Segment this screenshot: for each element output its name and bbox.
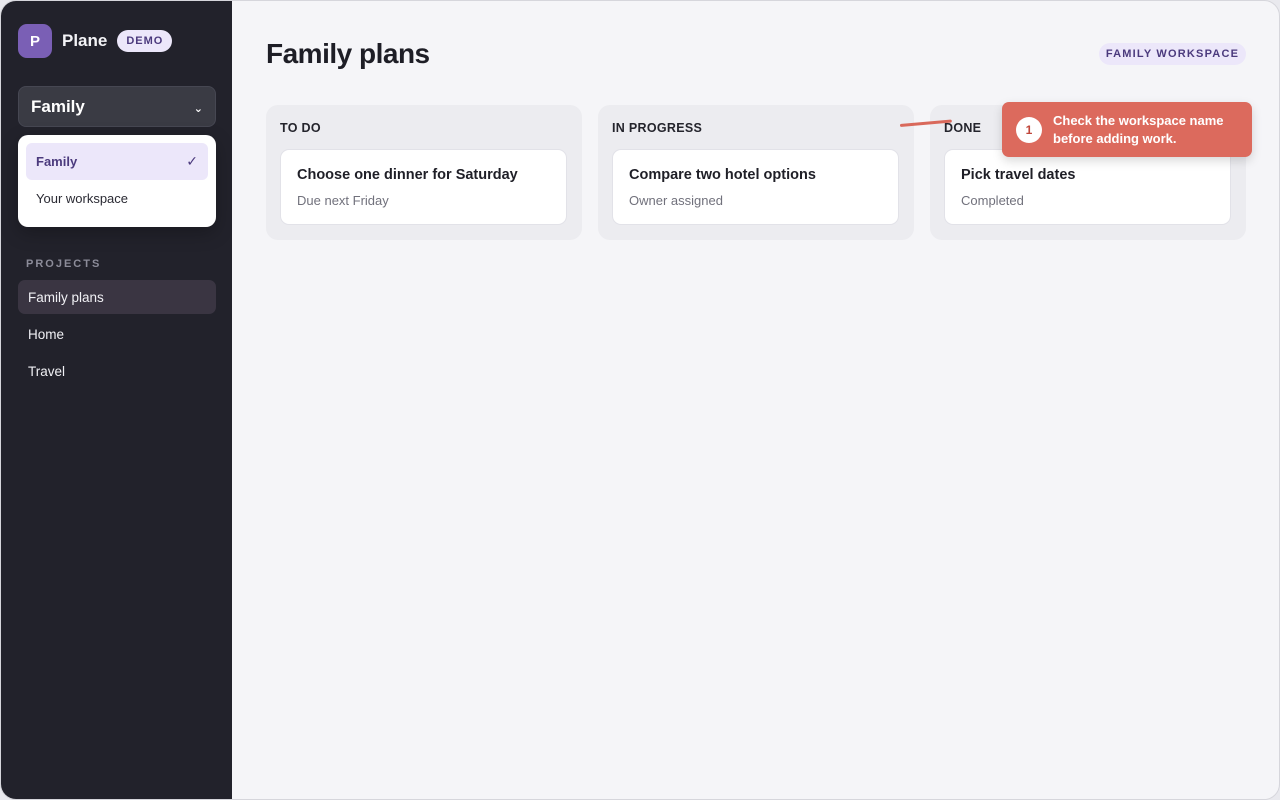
task-card-subtitle: Due next Friday — [297, 193, 389, 208]
sidebar-item-label: Home — [28, 326, 65, 342]
plane-logo-icon: P — [18, 24, 52, 58]
task-card[interactable]: Choose one dinner for Saturday Due next … — [280, 149, 567, 225]
callout-text: Check the workspace name before adding w… — [1053, 112, 1224, 146]
workspace-option-label: Family — [36, 154, 78, 169]
tutorial-callout: 1 Check the workspace name before adding… — [1002, 102, 1252, 157]
column-to-do: TO DO Choose one dinner for Saturday Due… — [266, 105, 582, 240]
column-title: TO DO — [280, 121, 321, 135]
task-card-title: Compare two hotel options — [629, 167, 816, 183]
workspace-option-label: Your workspace — [36, 191, 129, 206]
chevron-down-icon: ⌄ — [193, 103, 203, 115]
workspace-option-your-workspace[interactable]: Your workspace — [26, 180, 208, 217]
task-card-title: Pick travel dates — [961, 167, 1076, 183]
app-name: Plane — [62, 31, 108, 50]
workspace-switcher-label: Family — [31, 96, 85, 116]
sidebar-item-home[interactable]: Home — [18, 317, 216, 351]
workspace-pill: FAMILY WORKSPACE — [1099, 43, 1246, 65]
sidebar: P Plane DEMO Family ⌄ Family ✓ Your work… — [1, 1, 232, 799]
workspace-option-family[interactable]: Family ✓ — [26, 143, 208, 180]
sidebar-item-label: Travel — [28, 363, 66, 379]
sidebar-item-travel[interactable]: Travel — [18, 354, 216, 388]
workspace-switcher[interactable]: Family ⌄ — [18, 86, 216, 127]
task-card-subtitle: Owner assigned — [629, 193, 723, 208]
page-title: Family plans — [266, 38, 430, 69]
workspace-dropdown: Family ✓ Your workspace — [18, 135, 216, 227]
check-icon: ✓ — [186, 153, 198, 169]
task-card[interactable]: Pick travel dates Completed — [944, 149, 1231, 225]
task-card[interactable]: Compare two hotel options Owner assigned — [612, 149, 899, 225]
step-number-badge: 1 — [1016, 116, 1042, 143]
column-in-progress: IN PROGRESS Compare two hotel options Ow… — [598, 105, 914, 240]
column-title: IN PROGRESS — [612, 121, 703, 135]
column-title: DONE — [944, 121, 982, 135]
projects-heading: PROJECTS — [26, 258, 102, 270]
task-card-subtitle: Completed — [961, 193, 1024, 208]
sidebar-item-label: Family plans — [28, 289, 104, 305]
sidebar-item-family-plans[interactable]: Family plans — [18, 280, 216, 314]
brand: P Plane DEMO — [18, 24, 173, 58]
app-window: P Plane DEMO Family ⌄ Family ✓ Your work… — [0, 0, 1280, 800]
task-card-title: Choose one dinner for Saturday — [297, 167, 518, 183]
demo-badge: DEMO — [117, 30, 173, 52]
